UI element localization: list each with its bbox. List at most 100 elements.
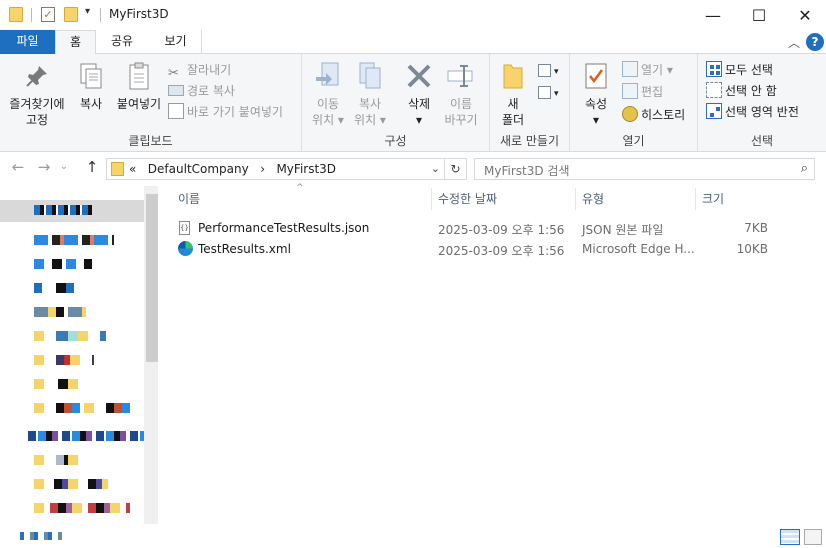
column-header-size[interactable]: 크기 (702, 186, 724, 212)
invert-selection-button[interactable]: 선택 영역 반전 (706, 102, 799, 122)
file-type: JSON 원본 파일 (582, 223, 664, 237)
breadcrumb: « DefaultCompany › MyFirst3D (129, 162, 336, 176)
edit-button[interactable]: 편집 (622, 82, 663, 102)
nav-item[interactable] (34, 278, 134, 300)
properties-quick-icon[interactable]: ✓ (41, 7, 55, 22)
select-all-label: 모두 선택 (725, 63, 773, 77)
paste-label: 붙여넣기 (116, 97, 162, 111)
edit-icon (622, 83, 638, 99)
new-item-button[interactable]: ▾ (538, 60, 559, 80)
move-to-button[interactable]: 이동 위치 ▾ (308, 60, 348, 128)
edge-icon (178, 241, 193, 256)
paste-button[interactable]: 붙여넣기 (112, 60, 166, 112)
column-header-type[interactable]: 유형 (582, 186, 604, 212)
properties-button[interactable]: 속성 ▾ (578, 60, 614, 128)
chevron-up-icon[interactable]: ︿ (788, 34, 800, 51)
forward-arrow-icon[interactable]: → (34, 158, 54, 176)
back-arrow-icon[interactable]: ← (8, 158, 28, 176)
tab-home[interactable]: 홈 (55, 30, 96, 55)
quick-access-dropdown-icon[interactable]: ▾ (85, 6, 90, 17)
copy-button[interactable]: 복사 (72, 60, 110, 112)
breadcrumb-defaultcompany[interactable]: DefaultCompany (148, 162, 249, 176)
json-file-icon: {} (179, 221, 190, 235)
copy-label: 복사 (79, 97, 103, 111)
file-row[interactable]: {} PerformanceTestResults.json 2025-03-0… (174, 218, 774, 239)
up-arrow-icon[interactable]: ↑ (82, 158, 102, 176)
select-none-label: 선택 안 함 (725, 84, 777, 98)
large-icons-view-icon[interactable] (804, 529, 822, 545)
sort-ascending-icon: ^ (296, 183, 304, 193)
minimize-button[interactable]: — (690, 0, 736, 30)
nav-item[interactable] (34, 326, 134, 348)
maximize-button[interactable]: ☐ (736, 0, 782, 30)
select-none-icon (706, 82, 722, 98)
nav-item-pixelated (34, 307, 86, 317)
tab-file[interactable]: 파일 (0, 30, 55, 54)
file-size: 7KB (744, 221, 768, 235)
new-folder-button[interactable]: 새 폴더 (496, 60, 530, 128)
nav-item[interactable] (34, 450, 134, 472)
nav-item-selected[interactable] (0, 200, 144, 222)
file-name: TestResults.xml (198, 242, 291, 256)
separator (31, 8, 32, 22)
address-dropdown-icon[interactable]: ⌄ (431, 162, 440, 175)
tab-share[interactable]: 공유 (100, 30, 144, 54)
new-folder-quick-icon[interactable] (64, 7, 78, 22)
pin-to-quick-access-button[interactable]: 즐겨찾기에 고정 (4, 60, 70, 128)
navigation-bar: ← → ⌄ ↑ « DefaultCompany › MyFirst3D ⌄ ↻… (0, 152, 826, 186)
breadcrumb-separator[interactable]: › (260, 162, 265, 176)
organize-group: 이동 위치 ▾ 복사 위치 ▾ 삭제 ▾ 이름 바꾸기 구성 (302, 54, 490, 152)
nav-item[interactable] (34, 350, 134, 372)
nav-item[interactable] (34, 254, 134, 276)
folder-icon (9, 7, 23, 22)
paste-shortcut-button[interactable]: 바로 가기 붙여넣기 (168, 102, 283, 122)
nav-item[interactable] (34, 302, 134, 324)
copy-to-button[interactable]: 복사 위치 ▾ (350, 60, 390, 128)
address-bar[interactable]: « DefaultCompany › MyFirst3D ⌄ (106, 158, 445, 180)
breadcrumb-overflow[interactable]: « (129, 162, 136, 176)
move-to-label: 이동 위치 ▾ (312, 97, 344, 127)
cut-button[interactable]: ✂ 잘라내기 (168, 60, 231, 81)
history-button[interactable]: 히스토리 (622, 105, 685, 125)
close-button[interactable]: ✕ (782, 0, 826, 30)
help-icon[interactable]: ? (806, 33, 824, 51)
select-group-label: 선택 (750, 134, 774, 148)
nav-item[interactable] (34, 474, 134, 496)
nav-item[interactable] (34, 398, 134, 420)
file-row[interactable]: TestResults.xml 2025-03-09 오후 1:56 Micro… (174, 239, 774, 260)
column-divider[interactable] (431, 188, 432, 210)
recent-locations-chevron-icon[interactable]: ⌄ (54, 161, 74, 172)
scrollbar-thumb[interactable] (146, 194, 158, 362)
separator (100, 8, 101, 22)
select-none-button[interactable]: 선택 안 함 (706, 81, 777, 101)
easy-access-button[interactable]: ▾ (538, 82, 559, 102)
search-box[interactable]: MyFirst3D 검색 ⌕ (474, 158, 815, 180)
copy-path-button[interactable]: 경로 복사 (168, 81, 235, 101)
delete-button[interactable]: 삭제 ▾ (400, 60, 438, 128)
nav-item[interactable] (28, 426, 146, 448)
column-divider[interactable] (695, 188, 696, 210)
scissors-icon: ✂ (168, 66, 179, 81)
nav-item[interactable] (34, 498, 134, 520)
open-button[interactable]: 열기 ▾ (622, 60, 673, 80)
select-group: 모두 선택 선택 안 함 선택 영역 반전 선택 (698, 54, 826, 152)
column-header-modified[interactable]: 수정한 날짜 (438, 186, 497, 212)
column-divider[interactable] (575, 188, 576, 210)
tab-view[interactable]: 보기 (150, 30, 202, 54)
open-icon (622, 61, 638, 77)
file-name: PerformanceTestResults.json (198, 221, 370, 235)
copy-to-label: 복사 위치 ▾ (354, 97, 386, 127)
column-header-name[interactable]: 이름 (178, 186, 200, 212)
move-to-icon (312, 60, 344, 92)
nav-item[interactable] (34, 374, 134, 396)
shortcut-icon (168, 103, 184, 119)
breadcrumb-myfirst3d[interactable]: MyFirst3D (276, 162, 336, 176)
details-view-icon[interactable] (780, 529, 800, 545)
search-icon[interactable]: ⌕ (801, 161, 808, 176)
nav-item-pixelated (34, 259, 92, 269)
refresh-icon[interactable]: ↻ (445, 158, 467, 180)
paste-icon (123, 60, 155, 92)
nav-item[interactable] (34, 230, 134, 252)
select-all-button[interactable]: 모두 선택 (706, 60, 773, 80)
rename-button[interactable]: 이름 바꾸기 (440, 60, 482, 128)
